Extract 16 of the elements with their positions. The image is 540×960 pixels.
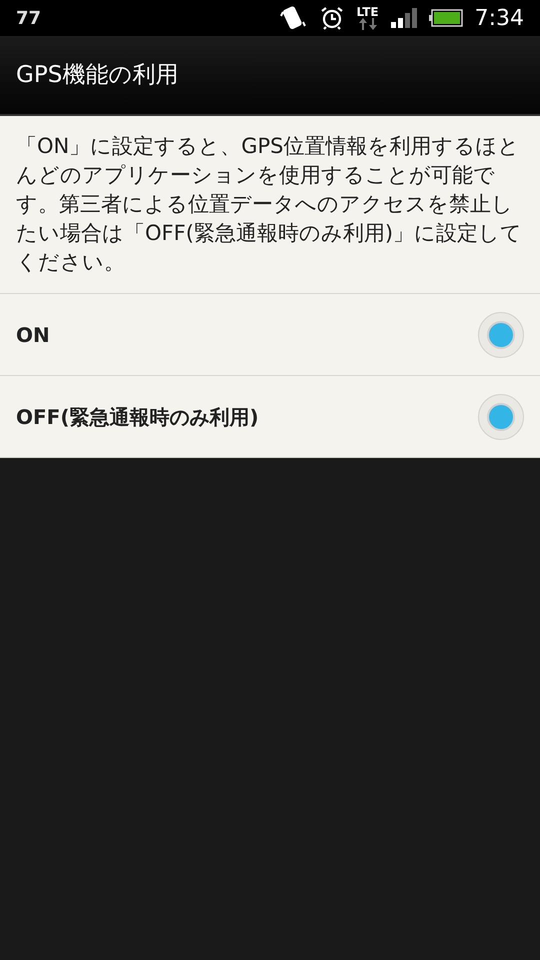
alarm-clock-icon xyxy=(318,5,345,31)
option-label: OFF(緊急通報時のみ利用) xyxy=(16,404,260,430)
option-label: ON xyxy=(16,322,51,348)
radio-button[interactable] xyxy=(478,394,524,440)
clock: 7:34 xyxy=(474,4,524,32)
vibrate-icon xyxy=(278,4,307,32)
radio-button[interactable] xyxy=(478,312,524,358)
option-row[interactable]: ON xyxy=(0,294,540,376)
screen-title: GPS機能の利用 xyxy=(16,60,178,90)
data-arrows-icon xyxy=(358,18,378,30)
signal-icon xyxy=(390,8,417,28)
notification-count: 77 xyxy=(16,6,42,30)
battery-icon xyxy=(428,9,463,27)
description-text: 「ON」に設定すると、GPS位置情報を利用するほとんどのアプリケーションを使用することが可能です。第三者による位置データへのアクセスを禁止したい場合は「OFF(緊急通報時のみ利用)」に設定してください。 xyxy=(0,116,540,294)
network-type: LTE xyxy=(356,6,379,18)
option-row[interactable]: OFF(緊急通報時のみ利用) xyxy=(0,376,540,458)
